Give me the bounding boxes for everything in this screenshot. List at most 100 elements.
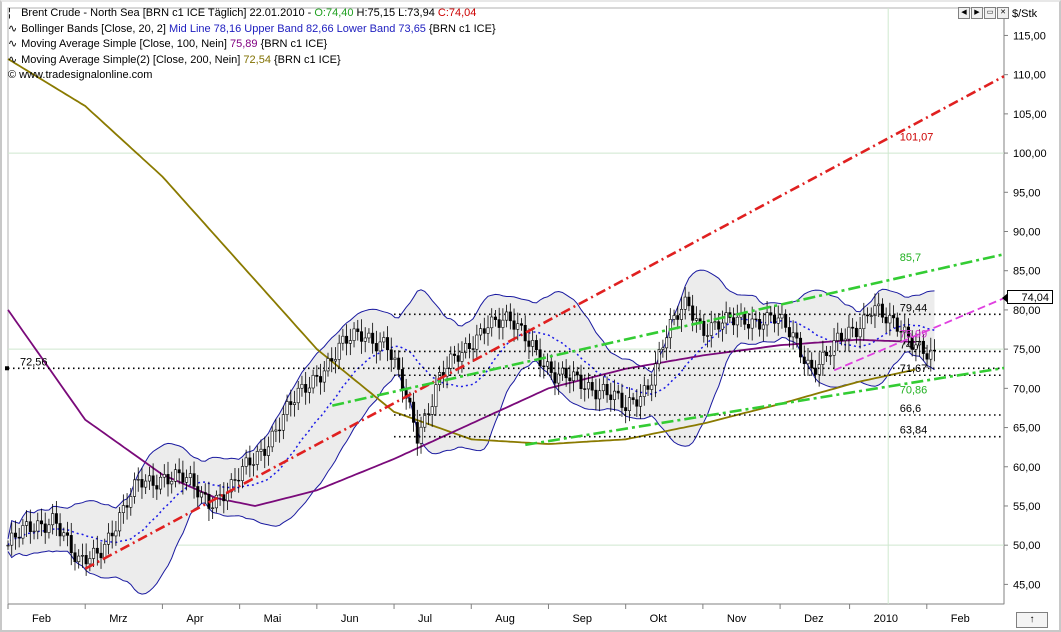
candle-body [178,470,180,473]
trend-line-label: 85,7 [900,252,921,264]
candle-body [89,558,91,563]
candle-body [531,340,533,346]
candle-body [565,368,567,378]
candle-body [572,372,574,381]
candle-body [100,553,102,558]
chart-legend: ¦ Brent Crude - North Sea [BRN c1 ICE Tä… [8,6,496,84]
y-tick-label: 70,00 [1013,383,1041,395]
price-chart[interactable]: 45,0050,0055,0060,0065,0070,0075,0080,00… [0,0,1061,632]
candle-body [822,352,824,364]
candle-body [837,333,839,340]
x-tick-label: Feb [32,613,51,625]
candle-body [211,508,213,509]
legend-bollinger-upper: Upper Band 82,66 [244,23,333,35]
candle-body [799,338,801,357]
candle-body [788,327,790,337]
candle-body [383,337,385,341]
candle-body [44,524,46,533]
candle-body [688,297,690,306]
candle-body [803,357,805,364]
support-level-label: 79,44 [900,302,928,314]
candle-body [316,375,318,376]
trend-line-label: 75,99 [900,328,928,340]
unit-label: $/Stk [1012,8,1037,20]
x-tick-label: Dez [804,613,824,625]
candle-body [364,338,366,341]
candle-body [37,521,39,531]
candle-body [63,533,65,536]
candle-body [345,336,347,343]
candle-body [483,329,485,334]
close-icon[interactable]: ✕ [997,7,1009,19]
candle-body [877,304,879,306]
candle-body [104,544,106,558]
candle-body [673,316,675,320]
legend-row-ma200[interactable]: ∿ Moving Average Simple(2) [Close, 200, … [8,53,496,69]
candle-body [505,312,507,320]
candle-body [18,537,20,538]
candle-body [766,313,768,325]
candle-body [126,506,128,508]
y-tick-label: 110,00 [1013,70,1046,82]
candle-body [535,340,537,349]
candle-body [375,343,377,351]
candle-body [304,384,306,392]
x-tick-label: Nov [727,613,747,625]
candle-body [29,522,31,532]
candle-body [699,319,701,322]
candle-body [379,342,381,351]
candle-body [773,315,775,323]
legend-ma200-text: Moving Average Simple(2) [Close, 200, Ne… [21,54,243,66]
legend-bollinger-text: Bollinger Bands [Close, 20, 2] [21,23,169,35]
candle-body [881,304,883,317]
candle-body [840,333,842,340]
candle-body [613,391,615,400]
candle-body [606,384,608,395]
support-level-label: 72,56 [20,356,48,368]
candle-body [796,333,798,338]
candle-body [118,513,120,531]
candle-body [487,328,489,334]
scroll-right-icon[interactable]: ▶ [971,7,983,19]
candle-body [77,556,79,562]
candle-body [684,297,686,309]
candle-body [792,333,794,337]
candle-body [141,479,143,487]
candle-body [260,449,262,451]
candle-body [706,336,708,337]
candle-body [807,360,809,364]
scroll-left-icon[interactable]: ◀ [958,7,970,19]
candle-body [494,317,496,320]
candle-body [171,481,173,484]
candle-body [197,486,199,497]
candle-body [182,473,184,482]
candle-body [662,348,664,350]
y-tick-label: 85,00 [1013,266,1041,278]
legend-row-bollinger[interactable]: ∿ Bollinger Bands [Close, 20, 2] Mid Lin… [8,22,496,38]
trend-line-label: 70,86 [900,385,928,397]
candle-body [576,372,578,375]
candle-body [755,319,757,320]
candle-body [96,548,98,553]
legend-close-value: C:74,04 [438,7,477,19]
legend-row-instrument[interactable]: ¦ Brent Crude - North Sea [BRN c1 ICE Tä… [8,6,496,22]
legend-ma100-text: Moving Average Simple [Close, 100, Nein] [21,38,230,50]
candle-body [677,316,679,320]
scroll-corner-button[interactable]: ↑ [1016,612,1048,628]
candle-body [550,362,552,373]
candle-body [290,402,292,405]
candle-body [517,324,519,330]
candle-body [896,318,898,331]
candle-body [308,388,310,392]
candle-body [390,350,392,360]
legend-hl-values: H:75,15 L:73,94 [353,7,437,19]
legend-ma100-value: 75,89 [230,38,258,50]
candle-body [174,470,176,482]
maximize-icon[interactable]: ▭ [984,7,996,19]
candle-body [148,476,150,481]
legend-row-ma100[interactable]: ∿ Moving Average Simple [Close, 100, Nei… [8,37,496,53]
candle-body [647,386,649,390]
candle-body [349,341,351,344]
candle-body [870,316,872,317]
candle-body [282,415,284,431]
